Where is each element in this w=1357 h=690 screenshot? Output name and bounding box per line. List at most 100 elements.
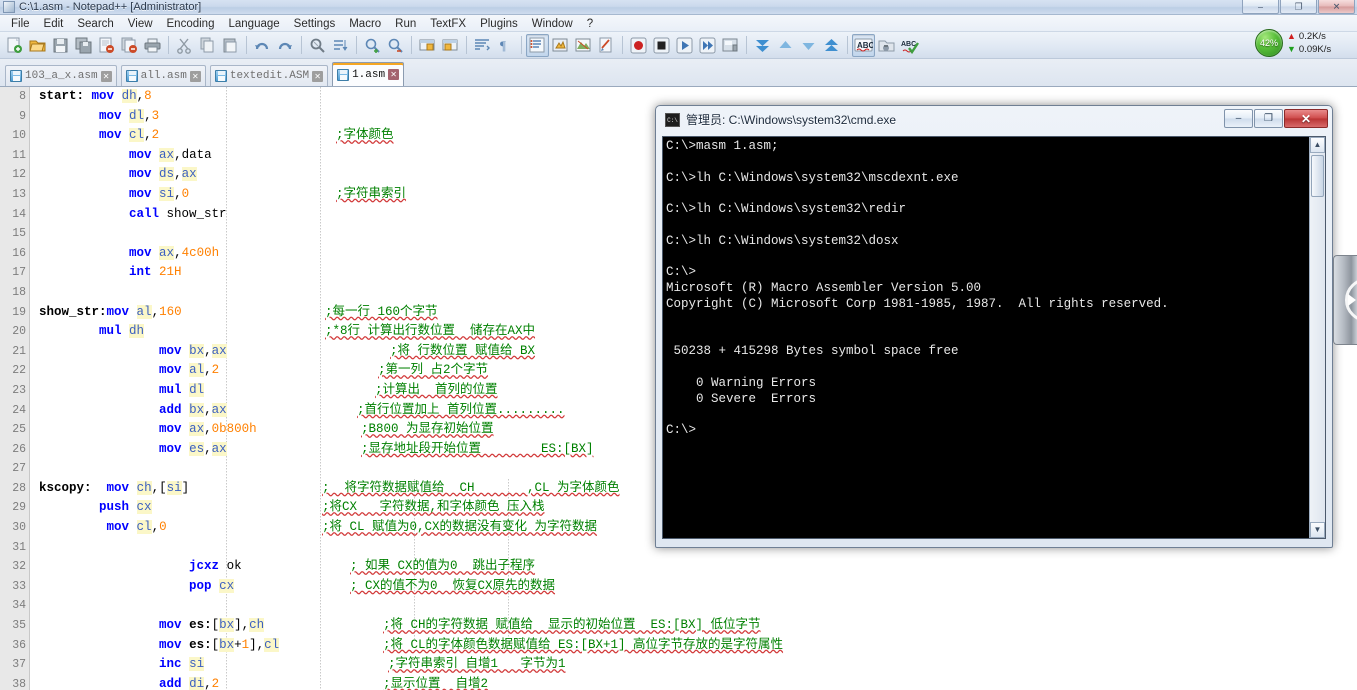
save-state-icon (337, 68, 350, 81)
save-icon[interactable] (49, 34, 72, 57)
code-line[interactable]: 37 inc si ;字符串索引 自增1 字节为1 (0, 655, 1357, 675)
cut-icon[interactable] (173, 34, 196, 57)
menu-help[interactable]: ? (580, 16, 600, 31)
code-line[interactable]: 38 add di,2 ;显示位置 自增2 (0, 675, 1357, 690)
tab-close-icon[interactable]: ✕ (189, 70, 201, 82)
line-number: 28 (12, 481, 26, 495)
code-text: start: mov dh,8 (39, 89, 152, 103)
upload-speed: 0.2K/s (1298, 31, 1326, 42)
minimize-button[interactable]: – (1242, 0, 1279, 14)
tab-label: all.asm (140, 70, 187, 82)
code-text: mov al,2 (159, 363, 220, 378)
run-macro-multiple-times-icon[interactable] (696, 34, 719, 57)
notepadpp-icon (3, 1, 15, 13)
code-comment: ;将 行数位置 赋值给 BX (390, 343, 536, 358)
code-comment: ;显存地址段开始位置 ES:[BX] (361, 441, 594, 456)
code-comment: ;首行位置加上 首列位置......... (357, 402, 565, 417)
menu-encoding[interactable]: Encoding (160, 16, 222, 31)
show-all-characters-icon[interactable]: ¶ (494, 34, 517, 57)
line-number: 9 (19, 109, 26, 123)
tab-close-icon[interactable]: ✕ (100, 70, 112, 82)
code-line[interactable]: 8 start: mov dh,8 (0, 87, 1357, 107)
menu-macro[interactable]: Macro (342, 16, 388, 31)
cmd-scrollbar-thumb[interactable] (1311, 155, 1324, 197)
code-line[interactable]: 36 mov es:[bx+1],cl ;将 CL的字体颜色数据赋值给 ES:[B… (0, 636, 1357, 656)
cmd-console-body[interactable]: C:\>masm 1.asm; C:\>lh C:\Windows\system… (662, 136, 1326, 539)
restore-button[interactable]: ❐ (1280, 0, 1317, 14)
sync-vertical-scroll-icon[interactable] (416, 34, 439, 57)
tab-textedit-asm[interactable]: textedit.ASM ✕ (209, 65, 329, 86)
save-all-icon[interactable] (72, 34, 95, 57)
cmd-scrollbar[interactable]: ▲ ▼ (1309, 137, 1325, 538)
menu-view[interactable]: View (121, 16, 160, 31)
copy-icon[interactable] (196, 34, 219, 57)
menu-textfx[interactable]: TextFX (423, 16, 473, 31)
close-button[interactable]: ✕ (1318, 0, 1355, 14)
cmd-minimize-button[interactable]: – (1224, 109, 1253, 128)
tab-close-icon[interactable]: ✕ (388, 69, 400, 80)
menu-file[interactable]: File (4, 16, 37, 31)
close-file-icon[interactable] (95, 34, 118, 57)
find-icon[interactable] (306, 34, 329, 57)
cmd-scroll-up-arrow[interactable]: ▲ (1310, 137, 1325, 153)
menu-language[interactable]: Language (221, 16, 286, 31)
tab-close-icon[interactable]: ✕ (312, 70, 324, 82)
tab-1-asm[interactable]: 1.asm ✕ (332, 62, 405, 86)
line-number: 36 (12, 638, 26, 652)
spell-check-icon[interactable]: ABC (852, 33, 875, 57)
paste-icon[interactable] (219, 34, 242, 57)
undo-icon[interactable] (251, 34, 274, 57)
tab-all-asm[interactable]: all.asm ✕ (120, 65, 206, 86)
code-line[interactable]: 35 mov es:[bx],ch ;将 CH的字符数据 赋值给 显示的初始位置 … (0, 616, 1357, 636)
code-line[interactable]: 32 jcxz ok ; 如果 CX的值为0 跳出子程序 (0, 557, 1357, 577)
tab-103-a-x-asm[interactable]: 103_a_x.asm ✕ (5, 65, 117, 86)
code-text: mul dh (99, 324, 145, 339)
function-list-icon[interactable] (595, 34, 618, 57)
show-indent-guide-icon[interactable] (526, 33, 549, 57)
cmd-window[interactable]: C:\ 管理员: C:\Windows\system32\cmd.exe – ❐… (655, 105, 1333, 548)
sidebar-collapse-handle[interactable] (1333, 255, 1357, 345)
download-speed: 0.09K/s (1298, 44, 1332, 55)
line-number: 11 (12, 148, 26, 162)
spell-check-ok-icon[interactable]: ABC (898, 34, 921, 57)
save-state-icon (125, 70, 138, 82)
explorer-icon[interactable] (875, 34, 898, 57)
upload-arrow-icon: ▲ (1287, 31, 1296, 41)
show-document-map-icon[interactable] (572, 34, 595, 57)
menu-run[interactable]: Run (388, 16, 423, 31)
save-macro-icon[interactable] (719, 34, 742, 57)
new-file-icon[interactable] (3, 34, 26, 57)
expand-all-icon[interactable] (820, 34, 843, 57)
code-line[interactable]: 33 pop cx ; CX的值不为0 恢复CX原先的数据 (0, 577, 1357, 597)
redo-icon[interactable] (274, 34, 297, 57)
expand-current-level-icon[interactable] (797, 34, 820, 57)
menu-window[interactable]: Window (525, 16, 580, 31)
stop-record-macro-icon[interactable] (650, 34, 673, 57)
collapse-current-level-icon[interactable] (774, 34, 797, 57)
code-comment: ;字体颜色 (336, 128, 394, 143)
menu-search[interactable]: Search (70, 16, 120, 31)
line-number: 29 (12, 501, 26, 515)
playback-macro-icon[interactable] (673, 34, 696, 57)
network-monitor-gadget[interactable]: 42% ▲ 0.2K/s ▼ 0.09K/s (1255, 27, 1355, 59)
sync-horizontal-scroll-icon[interactable] (439, 34, 462, 57)
start-record-macro-icon[interactable] (627, 34, 650, 57)
user-defined-language-icon[interactable] (549, 34, 572, 57)
menu-settings[interactable]: Settings (287, 16, 343, 31)
word-wrap-icon[interactable] (471, 34, 494, 57)
close-all-files-icon[interactable] (118, 34, 141, 57)
menu-plugins[interactable]: Plugins (473, 16, 525, 31)
collapse-all-icon[interactable] (751, 34, 774, 57)
cmd-scroll-down-arrow[interactable]: ▼ (1310, 522, 1325, 538)
code-text: pop cx (189, 578, 235, 593)
code-line[interactable]: 34 (0, 596, 1357, 616)
zoom-in-icon[interactable] (361, 34, 384, 57)
menu-edit[interactable]: Edit (37, 16, 71, 31)
line-number: 10 (12, 129, 26, 143)
zoom-out-icon[interactable] (384, 34, 407, 57)
replace-icon[interactable] (329, 34, 352, 57)
cmd-close-button[interactable]: ✕ (1284, 109, 1328, 128)
print-icon[interactable] (141, 34, 164, 57)
open-file-icon[interactable] (26, 34, 49, 57)
cmd-maximize-button[interactable]: ❐ (1254, 109, 1283, 128)
